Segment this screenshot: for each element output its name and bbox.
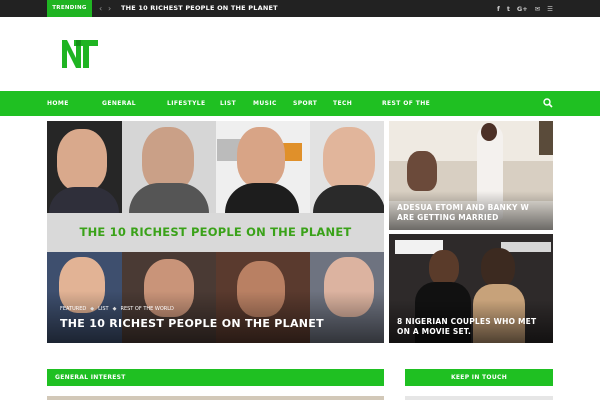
nav-sport[interactable]: SPORT	[293, 91, 317, 116]
section-header-keep-in-touch: KEEP IN TOUCH	[405, 369, 553, 386]
site-logo[interactable]	[62, 38, 98, 68]
side-post-title[interactable]: 8 NIGERIAN COUPLES WHO MET ON A MOVIE SE…	[397, 317, 536, 337]
google-plus-icon[interactable]: G+	[517, 5, 528, 13]
featured-post[interactable]: THE 10 RICHEST PEOPLE ON THE PLANET FEAT…	[47, 121, 384, 343]
category-separator: ◆	[90, 306, 95, 312]
side-post-title-line: ADESUA ETOMI AND BANKY W	[397, 203, 529, 212]
menu-icon[interactable]: ☰	[547, 5, 553, 13]
side-post-title-line: ON A MOVIE SET.	[397, 327, 471, 336]
top-bar: TRENDING ‹ › THE 10 RICHEST PEOPLE ON TH…	[0, 0, 600, 17]
side-post-card[interactable]: ADESUA ETOMI AND BANKY W ARE GETTING MAR…	[389, 121, 553, 230]
nav-general[interactable]: GENERAL	[102, 91, 136, 116]
nav-rest-of-the-world[interactable]: REST OF THE	[382, 91, 430, 116]
ticker-prev-button[interactable]: ‹	[99, 0, 102, 17]
post-image	[481, 248, 515, 288]
post-thumbnail-strip	[47, 396, 384, 400]
side-post-card[interactable]: 8 NIGERIAN COUPLES WHO MET ON A MOVIE SE…	[389, 234, 553, 343]
side-post-title[interactable]: ADESUA ETOMI AND BANKY W ARE GETTING MAR…	[397, 203, 529, 223]
post-image	[407, 151, 437, 191]
social-links: f t G+ ✉ ☰	[497, 0, 553, 17]
section-title: KEEP IN TOUCH	[450, 374, 508, 381]
facebook-icon[interactable]: f	[497, 5, 500, 13]
search-icon[interactable]	[543, 98, 553, 108]
nav-home[interactable]: HOME	[47, 91, 69, 116]
widget-strip	[405, 396, 553, 400]
email-icon[interactable]: ✉	[535, 5, 540, 13]
portrait	[237, 127, 285, 187]
category-list[interactable]: LIST	[98, 306, 109, 312]
category-featured[interactable]: FEATURED	[60, 306, 86, 312]
main-navigation: HOME GENERAL LIFESTYLE LIST MUSIC SPORT …	[0, 91, 600, 116]
category-separator: ◆	[112, 306, 117, 312]
twitter-icon[interactable]: t	[507, 5, 510, 13]
section-header-general-interest: GENERAL INTEREST	[47, 369, 384, 386]
ticker-headline-link[interactable]: THE 10 RICHEST PEOPLE ON THE PLANET	[121, 0, 278, 17]
portrait	[142, 127, 194, 191]
hero-categories: FEATURED ◆ LIST ◆ REST OF THE WORLD	[60, 306, 174, 312]
portrait	[57, 129, 107, 191]
nav-lifestyle[interactable]: LIFESTYLE	[167, 91, 206, 116]
nav-music[interactable]: MUSIC	[253, 91, 277, 116]
post-image	[429, 250, 459, 286]
nav-tech[interactable]: TECH	[333, 91, 352, 116]
category-rest-of-the-world[interactable]: REST OF THE WORLD	[120, 306, 173, 312]
side-post-title-line: 8 NIGERIAN COUPLES WHO MET	[397, 317, 537, 326]
banner-headline: THE 10 RICHEST PEOPLE ON THE PLANET	[79, 225, 352, 239]
nav-list[interactable]: LIST	[220, 91, 236, 116]
hero-banner: THE 10 RICHEST PEOPLE ON THE PLANET	[47, 213, 384, 252]
post-image	[539, 121, 553, 155]
post-image	[481, 123, 497, 141]
section-title: GENERAL INTEREST	[55, 374, 126, 381]
hero-post-title[interactable]: THE 10 RICHEST PEOPLE ON THE PLANET	[60, 317, 324, 330]
trending-label: TRENDING	[47, 0, 92, 17]
portrait	[323, 127, 375, 191]
ticker-next-button[interactable]: ›	[108, 0, 111, 17]
side-post-title-line: ARE GETTING MARRIED	[397, 213, 499, 222]
